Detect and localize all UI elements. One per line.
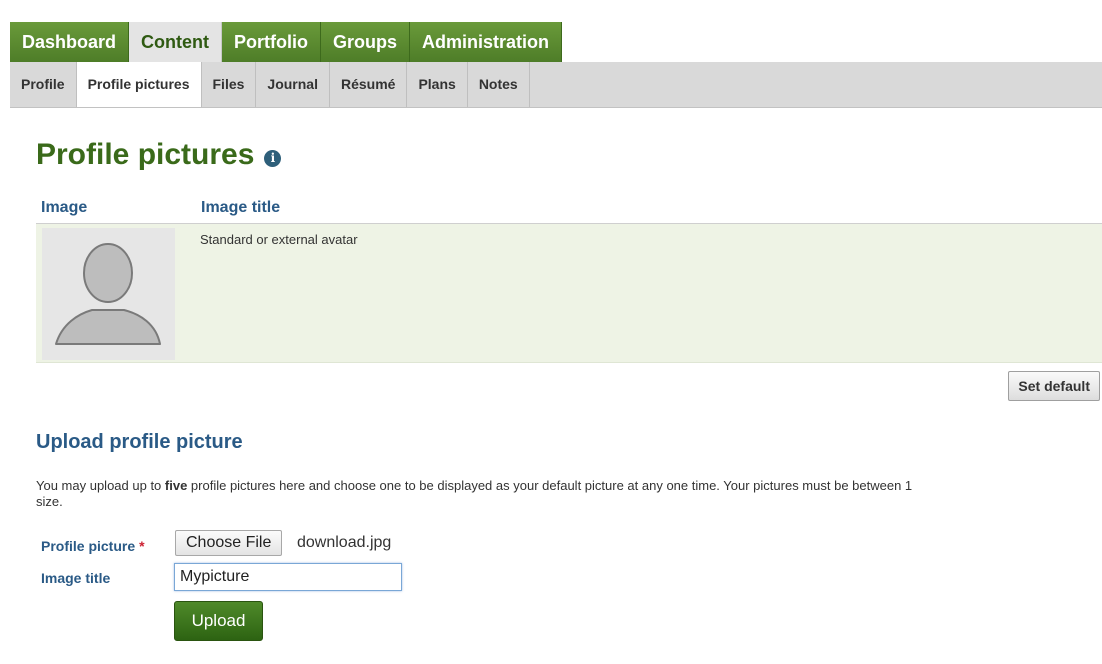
- set-default-button[interactable]: Set default: [1008, 371, 1100, 401]
- desc-text-3: size.: [36, 494, 63, 509]
- subtab-journal[interactable]: Journal: [256, 62, 330, 107]
- image-title-cell: Standard or external avatar: [200, 232, 358, 247]
- page-title-text: Profile pictures: [36, 138, 255, 171]
- user-silhouette-icon: [55, 243, 161, 345]
- choose-file-button[interactable]: Choose File: [175, 530, 283, 556]
- tab-content[interactable]: Content: [129, 22, 223, 62]
- upload-button[interactable]: Upload: [174, 601, 263, 641]
- sub-navigation: Profile Profile pictures Files Journal R…: [10, 62, 1102, 108]
- upload-section-heading: Upload profile picture: [36, 431, 243, 453]
- column-header-image: Image: [41, 199, 88, 216]
- image-title-input[interactable]: [174, 563, 402, 591]
- table-row[interactable]: Standard or external avatar: [36, 224, 1102, 363]
- profile-picture-label: Profile picture *: [41, 538, 145, 554]
- desc-text-bold: five: [164, 478, 188, 493]
- tab-administration[interactable]: Administration: [410, 22, 563, 62]
- main-navigation: Dashboard Content Portfolio Groups Admin…: [10, 22, 1102, 62]
- desc-text-1: You may upload up to: [36, 478, 165, 493]
- subtab-plans[interactable]: Plans: [407, 62, 468, 107]
- subtab-resume[interactable]: Résumé: [330, 62, 408, 107]
- upload-description: You may upload up to five profile pictur…: [36, 478, 1096, 510]
- desc-text-2: profile pictures here and choose one to …: [187, 478, 913, 493]
- profile-picture-label-text: Profile picture: [41, 538, 136, 554]
- subtab-files[interactable]: Files: [202, 62, 257, 107]
- pictures-table-header: Image Image title: [36, 195, 1102, 224]
- subtab-profile[interactable]: Profile: [10, 62, 77, 107]
- selected-file-name: download.jpg: [297, 534, 392, 551]
- tab-groups[interactable]: Groups: [321, 22, 411, 62]
- tab-portfolio[interactable]: Portfolio: [222, 22, 322, 62]
- page-title: Profile pictures i: [36, 138, 282, 172]
- subtab-notes[interactable]: Notes: [468, 62, 530, 107]
- tab-dashboard[interactable]: Dashboard: [10, 22, 130, 62]
- info-icon[interactable]: i: [264, 149, 282, 167]
- avatar: [42, 228, 175, 360]
- subtab-profile-pictures[interactable]: Profile pictures: [76, 62, 202, 107]
- required-marker: *: [139, 538, 145, 554]
- image-title-label: Image title: [41, 570, 111, 586]
- column-header-image-title: Image title: [201, 199, 281, 216]
